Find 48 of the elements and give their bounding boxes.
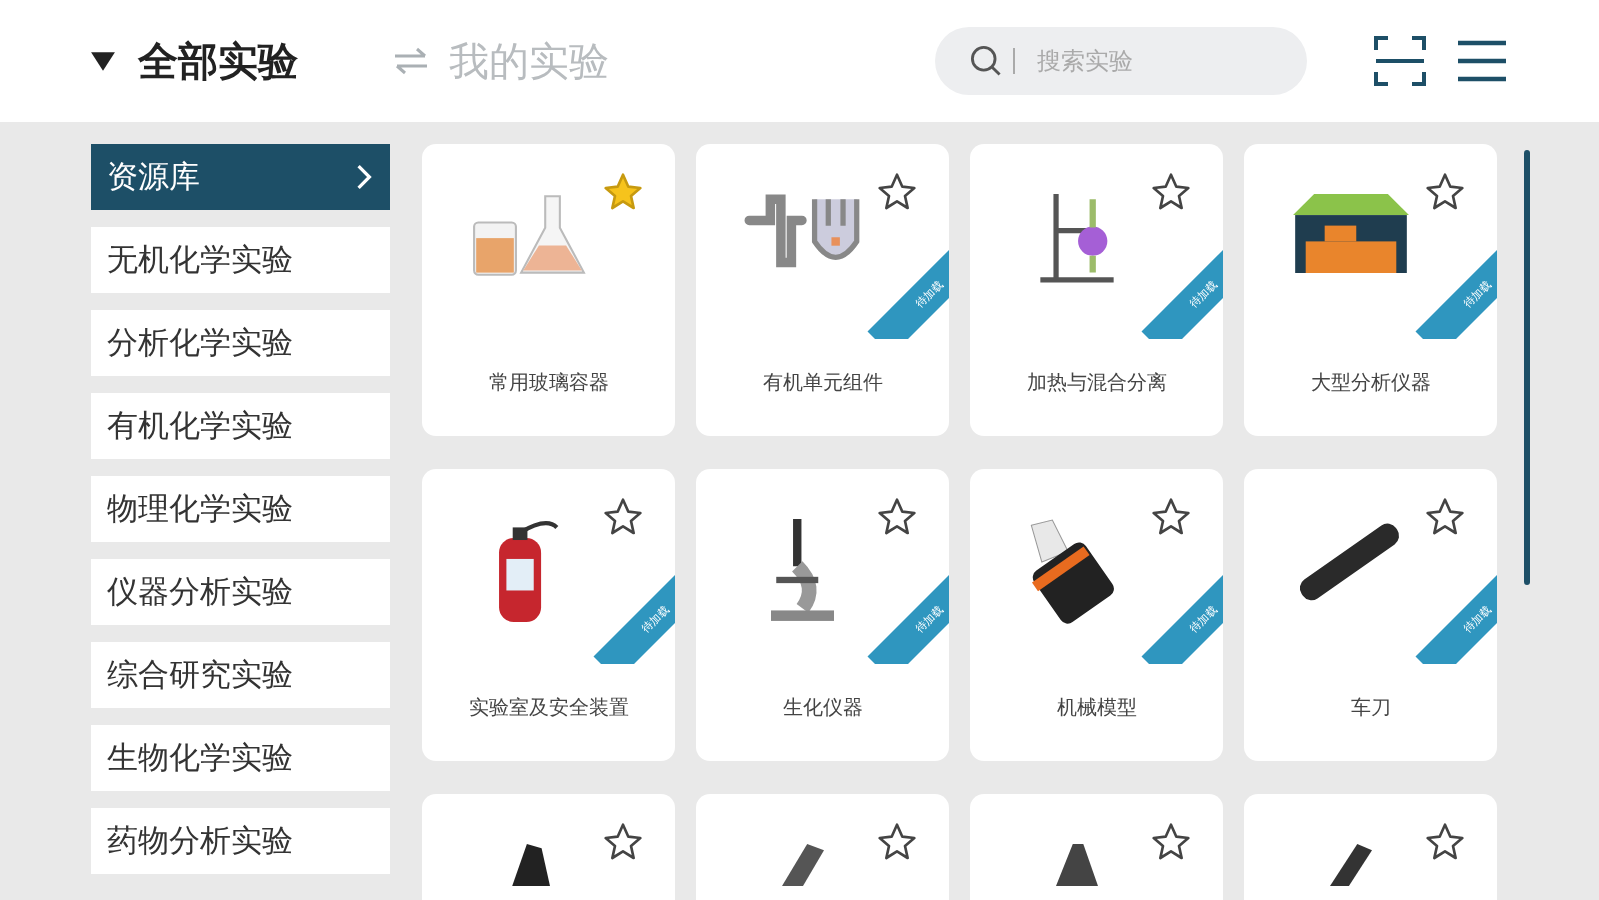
tool-tip-drawing: [1329, 844, 1372, 886]
resource-card[interactable]: 待加载 车刀: [1244, 469, 1497, 761]
star-icon[interactable]: [1151, 822, 1191, 862]
search-field[interactable]: 搜索实验: [935, 27, 1307, 95]
card-title: 实验室及安全装置: [468, 694, 629, 721]
star-icon[interactable]: [603, 822, 643, 862]
category-item[interactable]: 分析化学实验: [91, 310, 390, 376]
star-icon[interactable]: [1425, 822, 1465, 862]
star-icon[interactable]: [1151, 497, 1191, 537]
category-item[interactable]: 资源库: [91, 144, 390, 210]
star-icon[interactable]: [877, 497, 917, 537]
caret-icon: [90, 50, 116, 72]
resource-card[interactable]: 常用玻璃容器: [422, 144, 675, 436]
card-title: 生化仪器: [782, 694, 863, 721]
star-icon[interactable]: [1425, 172, 1465, 212]
resource-card[interactable]: 待加载 加热与混合分离: [970, 144, 1223, 436]
category-dropdown[interactable]: 全部实验: [90, 33, 298, 89]
scan-button[interactable]: [1373, 36, 1427, 86]
menu-button[interactable]: [1455, 39, 1509, 83]
card-title: 常用玻璃容器: [488, 369, 609, 396]
card-title: 有机单元组件: [762, 369, 883, 396]
tool-tip-drawing: [781, 844, 824, 886]
card-title: 车刀: [1350, 694, 1391, 721]
star-icon[interactable]: [1151, 172, 1191, 212]
category-item[interactable]: 仪器分析实验: [91, 559, 390, 625]
category-item[interactable]: 药物分析实验: [91, 808, 390, 874]
card-title: 加热与混合分离: [1026, 369, 1167, 396]
resource-card[interactable]: 待加载 生化仪器: [696, 469, 949, 761]
star-icon[interactable]: [603, 497, 643, 537]
star-icon[interactable]: [877, 172, 917, 212]
resource-card[interactable]: 待加载 大型分析仪器: [1244, 144, 1497, 436]
card-title: 机械模型: [1056, 694, 1137, 721]
star-icon[interactable]: [603, 172, 643, 212]
category-item[interactable]: 生物化学实验: [91, 725, 390, 791]
swap-icon: [393, 46, 429, 76]
resource-card[interactable]: 待加载 实验室及安全装置: [422, 469, 675, 761]
card-title: 大型分析仪器: [1310, 369, 1431, 396]
tool-tip-drawing: [1055, 844, 1098, 886]
chevron-icon: [356, 164, 372, 190]
category-item[interactable]: 物理化学实验: [91, 476, 390, 542]
resource-card[interactable]: 待加载 有机单元组件: [696, 144, 949, 436]
category-item[interactable]: 综合研究实验: [91, 642, 390, 708]
category-item[interactable]: 有机化学实验: [91, 393, 390, 459]
star-icon[interactable]: [1425, 497, 1465, 537]
scrollbar[interactable]: [1524, 150, 1530, 585]
star-icon[interactable]: [877, 822, 917, 862]
resource-card[interactable]: 待加载 机械模型: [970, 469, 1223, 761]
category-item[interactable]: 无机化学实验: [91, 227, 390, 293]
